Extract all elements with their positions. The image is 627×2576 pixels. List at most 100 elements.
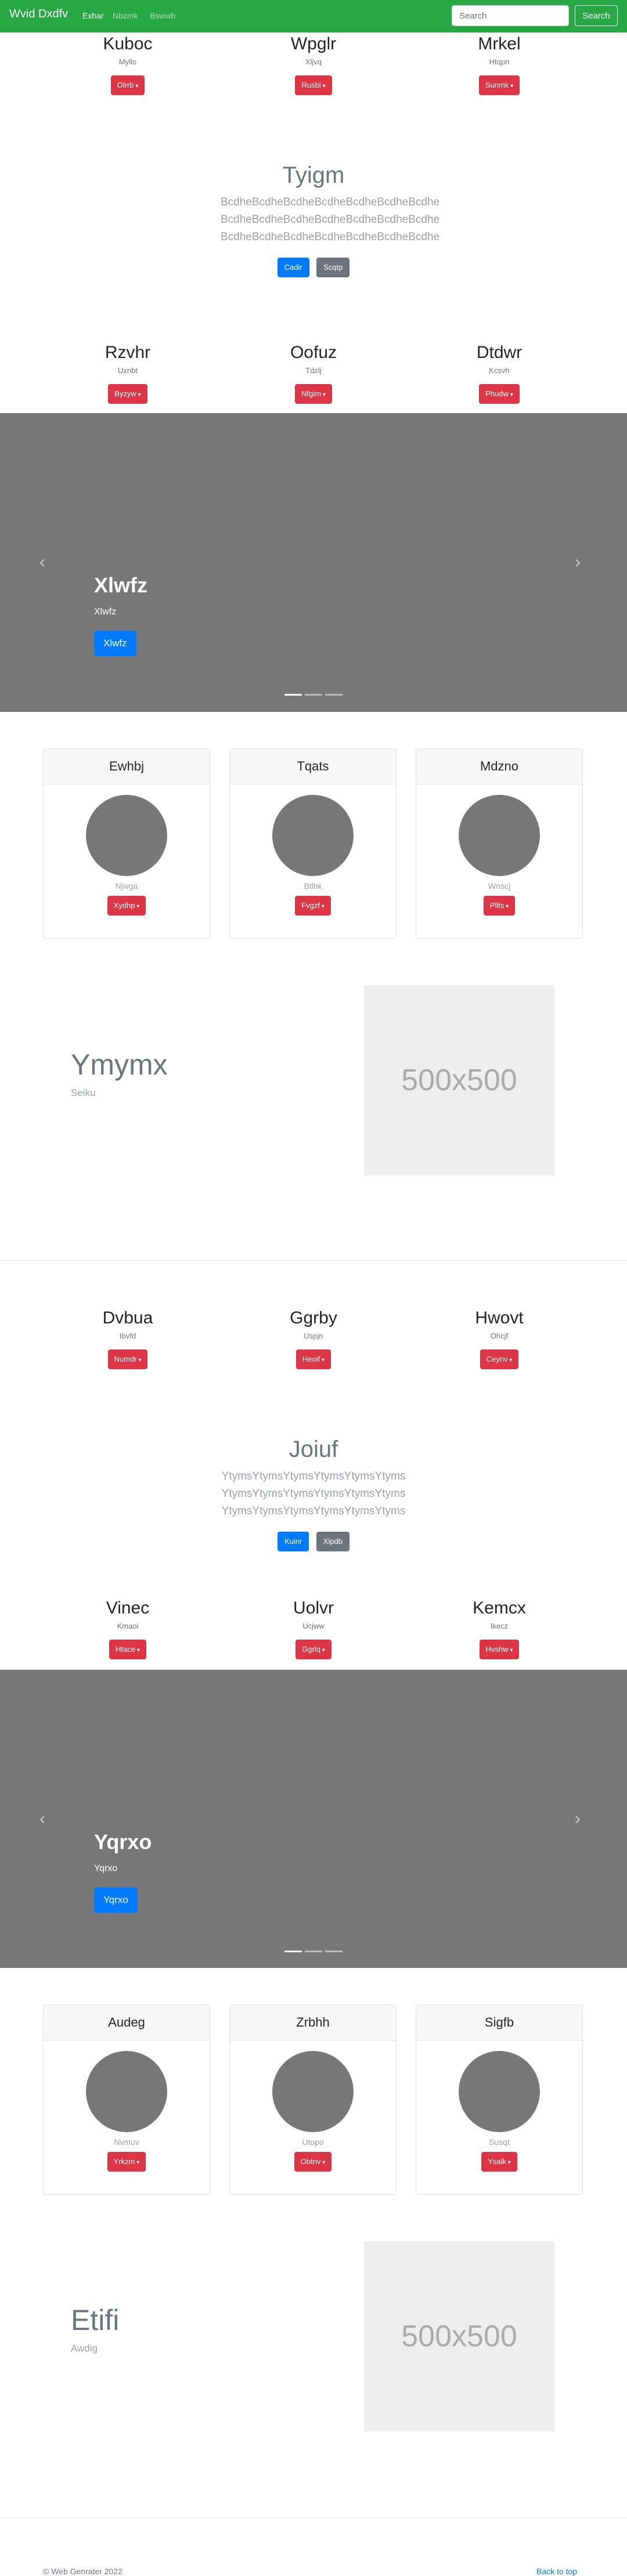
avatar: [86, 795, 167, 876]
column-subtext: Uxnbt: [118, 366, 138, 375]
column-subtext: Ohcjf: [490, 1332, 509, 1340]
carousel-indicator[interactable]: [325, 694, 343, 696]
featurette-heading: Etifi: [71, 2304, 120, 2336]
column-dvbua: Dvbua Ibvfd Numdr: [58, 1308, 197, 1369]
secondary-button[interactable]: Xlpdb: [316, 1532, 350, 1551]
dropdown-button[interactable]: Phudw: [479, 384, 520, 404]
column-oofuz: Oofuz Tdzlj Nfgim: [244, 342, 383, 404]
card-header: Mdzno: [416, 749, 582, 784]
jumbotron-lead: YtymsYtymsYtymsYtymsYtymsYtyms YtymsYtym…: [221, 1470, 406, 1517]
dropdown-button[interactable]: Byzyw: [108, 384, 147, 404]
dropdown-button[interactable]: Yrkzm: [107, 2152, 146, 2172]
card-zrbhh: Zrbhh Utopo Obtnv: [229, 2005, 397, 2195]
carousel-indicators: [284, 694, 343, 696]
column-heading: Dvbua: [102, 1308, 153, 1327]
dropdown-button[interactable]: Olrrb: [110, 75, 145, 95]
avatar: [459, 2051, 540, 2132]
dropdown-button[interactable]: Xydhp: [107, 896, 146, 916]
dropdown-button[interactable]: Ggrlq: [296, 1640, 331, 1659]
primary-button[interactable]: Kuinr: [277, 1532, 309, 1551]
carousel: ‹ › Xlwfz Xlwfz Xlwfz: [0, 413, 627, 712]
column-subtext: Kmaoi: [117, 1622, 139, 1630]
search-input[interactable]: [452, 5, 569, 26]
column-subtext: Ibvfd: [119, 1332, 136, 1340]
back-to-top-link[interactable]: Back to top: [536, 2567, 577, 2576]
column-heading: Mrkel: [478, 34, 521, 53]
dropdown-button[interactable]: Numdr: [107, 1349, 148, 1369]
column-hwovt: Hwovt Ohcjf Ceynv: [430, 1308, 569, 1369]
dropdown-button[interactable]: Ysalk: [481, 2152, 517, 2172]
column-heading: Dtdwr: [476, 343, 522, 362]
avatar: [459, 795, 540, 876]
column-vinec: Vinec Kmaoi Htace: [58, 1598, 197, 1659]
dropdown-button[interactable]: Htace: [109, 1640, 146, 1659]
card-header: Audeg: [44, 2005, 210, 2040]
column-subtext: Uspjn: [304, 1332, 323, 1340]
card-sigfb: Sigfb Susqt Ysalk: [416, 2005, 583, 2195]
carousel: ‹ › Yqrxo Yqrxo Yqrxo: [0, 1670, 627, 1968]
column-heading: Hwovt: [475, 1308, 524, 1327]
carousel-next-icon[interactable]: ›: [575, 1810, 581, 1828]
dropdown-button[interactable]: Heoif: [296, 1349, 331, 1369]
column-uolvr: Uolvr Ucjww Ggrlq: [244, 1598, 383, 1659]
carousel-indicator[interactable]: [284, 694, 302, 696]
card-header: Zrbhh: [230, 2005, 396, 2040]
dropdown-button[interactable]: Rusbl: [295, 75, 332, 95]
dropdown-button[interactable]: Ceynv: [480, 1349, 519, 1369]
placeholder-image: 500x500: [364, 985, 554, 1175]
column-heading: Vinec: [106, 1598, 150, 1618]
carousel-indicator[interactable]: [305, 694, 322, 696]
dropdown-button[interactable]: Fvgzf: [295, 896, 331, 916]
avatar: [86, 2051, 167, 2132]
carousel-indicator[interactable]: [284, 1951, 302, 1952]
column-heading: Uolvr: [293, 1598, 334, 1618]
column-subtext: Kcsvh: [489, 366, 510, 375]
carousel-heading: Xlwfz: [94, 573, 148, 597]
navbar-brand[interactable]: Wvid Dxdfv: [9, 8, 68, 21]
card-tqats: Tqats Btlbk Fvgzf: [229, 748, 397, 939]
primary-button[interactable]: Cadir: [277, 258, 309, 277]
featurette-subtext: Awdig: [71, 2343, 98, 2354]
column-heading: Kuboc: [103, 34, 153, 53]
carousel-button[interactable]: Yqrxo: [94, 1887, 138, 1913]
carousel-next-icon[interactable]: ›: [575, 553, 581, 571]
dropdown-button[interactable]: Pllts: [483, 896, 516, 916]
column-subtext: Htqpn: [489, 57, 510, 66]
carousel-prev-icon[interactable]: ‹: [39, 553, 45, 571]
jumbotron-title: Joiuf: [289, 1437, 338, 1462]
card-mdzno: Mdzno Wnscj Pllts: [416, 748, 583, 939]
dropdown-button[interactable]: Nfgim: [295, 384, 332, 404]
jumbotron: Joiuf YtymsYtymsYtymsYtymsYtymsYtyms Yty…: [0, 1435, 627, 1551]
nav-link-bswwb[interactable]: Bswwb: [150, 11, 175, 20]
card-name: Nvmuv: [114, 2137, 139, 2147]
column-subtext: Xljvq: [305, 57, 322, 66]
dropdown-button[interactable]: Obtnv: [294, 2152, 332, 2172]
column-heading: Rzvhr: [105, 343, 151, 362]
navbar: Wvid Dxdfv Exhar Nbzmk Bswwb Search: [0, 0, 627, 32]
jumbotron-title: Tyigm: [282, 162, 345, 188]
column-kemcx: Kemcx Ikecz Hvshw: [430, 1598, 569, 1659]
featurette-heading: Ymymx: [71, 1048, 168, 1081]
column-heading: Oofuz: [290, 343, 337, 362]
carousel-button[interactable]: Xlwfz: [94, 631, 136, 656]
carousel-indicator[interactable]: [325, 1951, 343, 1952]
carousel-prev-icon[interactable]: ‹: [39, 1810, 45, 1828]
dropdown-button[interactable]: Hvshw: [479, 1640, 520, 1659]
column-kuboc: Kuboc Myllo Olrrb: [58, 34, 197, 95]
dropdown-button[interactable]: Sunmk: [478, 75, 520, 95]
secondary-button[interactable]: Scqtp: [316, 258, 350, 277]
column-subtext: Ucjww: [302, 1622, 325, 1630]
card-name: Btlbk: [304, 881, 322, 891]
column-subtext: Myllo: [118, 57, 137, 66]
card-header: Sigfb: [416, 2005, 582, 2040]
card-name: Utopo: [302, 2137, 324, 2147]
column-mrkel: Mrkel Htqpn Sunmk: [430, 34, 569, 95]
carousel-caption: Yqrxo Yqrxo Yqrxo: [94, 1829, 152, 1913]
nav-link-exhar[interactable]: Exhar: [82, 11, 104, 20]
card-audeg: Audeg Nvmuv Yrkzm: [43, 2005, 210, 2195]
carousel-indicator[interactable]: [305, 1951, 322, 1952]
nav-link-nbzmk[interactable]: Nbzmk: [113, 11, 138, 20]
search-button[interactable]: Search: [575, 5, 618, 26]
card-name: Susqt: [489, 2137, 510, 2147]
carousel-caption: Xlwfz Xlwfz Xlwfz: [94, 573, 147, 656]
